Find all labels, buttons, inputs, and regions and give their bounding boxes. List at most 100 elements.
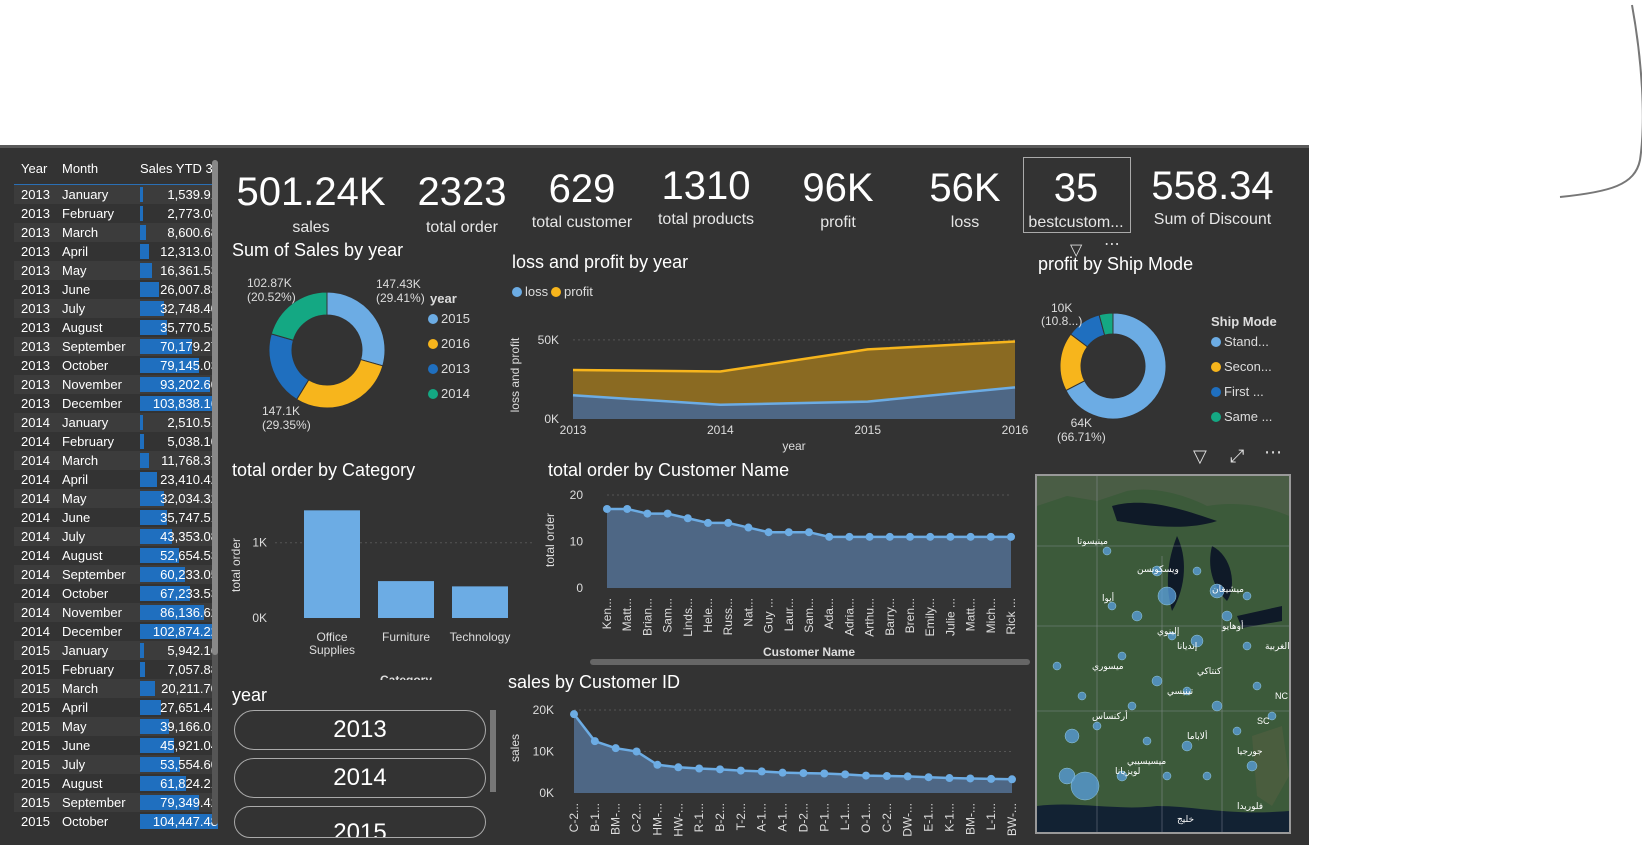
table-row[interactable]: 2013 January 1,539.91 [14, 185, 218, 204]
sales-point[interactable] [966, 774, 975, 783]
col-header-month[interactable]: Month [62, 161, 98, 176]
customer-point[interactable] [986, 532, 995, 541]
table-row[interactable]: 2015 January 5,942.16 [14, 641, 218, 660]
sales-point[interactable] [1008, 775, 1016, 784]
table-row[interactable]: 2015 July 53,554.60 [14, 755, 218, 774]
map-bubble[interactable] [1052, 661, 1062, 671]
sales-point[interactable] [778, 768, 787, 777]
customer-point[interactable] [926, 532, 935, 541]
customer-point[interactable] [946, 532, 955, 541]
sales-point[interactable] [987, 774, 996, 783]
table-scrollbar-thumb[interactable] [212, 160, 218, 655]
map-bubble[interactable] [1181, 740, 1193, 752]
map-bubble[interactable] [1077, 691, 1087, 701]
table-row[interactable]: 2014 May 32,034.32 [14, 489, 218, 508]
ship-mode-legend-item[interactable]: Same ... [1211, 409, 1272, 424]
map-bubble[interactable] [1064, 728, 1080, 744]
table-row[interactable]: 2014 December 102,874.22 [14, 622, 218, 641]
table-row[interactable]: 2015 March 20,211.70 [14, 679, 218, 698]
table-row[interactable]: 2014 November 86,136.62 [14, 603, 218, 622]
table-row[interactable]: 2013 December 103,838.16 [14, 394, 218, 413]
table-row[interactable]: 2013 May 16,361.53 [14, 261, 218, 280]
sales-point[interactable] [611, 744, 620, 753]
customer-point[interactable] [724, 518, 733, 527]
customer-point[interactable] [683, 514, 692, 523]
sales-point[interactable] [653, 760, 662, 769]
table-row[interactable]: 2013 November 93,202.60 [14, 375, 218, 394]
table-row[interactable]: 2013 February 2,773.08 [14, 204, 218, 223]
table-row[interactable]: 2014 February 5,038.10 [14, 432, 218, 451]
customer-point[interactable] [643, 509, 652, 518]
sales-point[interactable] [924, 773, 933, 782]
table-row[interactable]: 2014 June 35,747.51 [14, 508, 218, 527]
category-bar[interactable] [304, 510, 360, 618]
map-bubble[interactable] [1131, 610, 1143, 622]
customer-point[interactable] [906, 532, 914, 541]
sales-point[interactable] [862, 771, 870, 780]
sales-by-year-legend-item[interactable]: 2014 [428, 386, 470, 401]
sales-point[interactable] [590, 737, 599, 746]
customer-point[interactable] [784, 528, 793, 537]
map-focus-mode-icon[interactable]: ⤢ [1230, 446, 1244, 467]
loss-profit-area-chart[interactable]: 0K 50K 2013 2014 2015 2016 year loss and profit [505, 315, 1035, 455]
sales-point[interactable] [945, 774, 954, 783]
customer-point[interactable] [744, 523, 753, 532]
map-visual[interactable]: مينيسوتا ويسكونسن ميشيغان أيوا إلينوي أوهايو إ… [1035, 474, 1291, 834]
table-row[interactable]: 2014 July 43,353.08 [14, 527, 218, 546]
table-row[interactable]: 2014 January 2,510.51 [14, 413, 218, 432]
table-row[interactable]: 2015 May 39,166.01 [14, 717, 218, 736]
ship-mode-donut[interactable] [1060, 310, 1190, 430]
table-row[interactable]: 2015 February 7,057.88 [14, 660, 218, 679]
sales-point[interactable] [632, 747, 641, 756]
table-row[interactable]: 2014 October 67,233.53 [14, 584, 218, 603]
table-row[interactable]: 2013 June 26,007.83 [14, 280, 218, 299]
table-row[interactable]: 2013 August 35,770.58 [14, 318, 218, 337]
sales-point[interactable] [757, 767, 766, 776]
donut-slice[interactable] [268, 333, 310, 401]
sales-by-year-legend-item[interactable]: 2015 [428, 311, 470, 326]
year-slicer-2014[interactable]: 2014 [234, 758, 486, 798]
table-row[interactable]: 2014 March 11,768.37 [14, 451, 218, 470]
order-by-category-bar-chart[interactable]: 0K 1K OfficeSupplies Furniture Technology Cat… [225, 490, 545, 680]
order-by-customer-area-chart[interactable]: 0 10 20 Ken... Matt... Brian... Sam... Linds...… [540, 485, 1030, 665]
more-options-icon[interactable]: ⋯ [1104, 234, 1120, 254]
customer-point[interactable] [865, 532, 874, 541]
ship-mode-legend-item[interactable]: Secon... [1211, 359, 1272, 374]
sales-by-customer-id-area-chart[interactable]: 0K 10K 20K C-2... B-1... BM-... C-2... HM-... HW… [505, 698, 1025, 838]
customer-point[interactable] [603, 504, 611, 513]
customer-point[interactable] [623, 504, 632, 513]
ship-mode-legend-item[interactable]: First ... [1211, 384, 1264, 399]
map-bubble[interactable] [1192, 566, 1202, 576]
sales-point[interactable] [716, 765, 724, 774]
donut-slice[interactable] [295, 358, 384, 409]
year-slicer-scrollbar[interactable] [490, 710, 496, 792]
map-bubble[interactable] [1246, 760, 1258, 772]
map-filter-icon[interactable]: ▽ [1193, 446, 1207, 467]
sales-point[interactable] [903, 772, 912, 781]
customer-point[interactable] [845, 532, 854, 541]
table-row[interactable]: 2014 September 60,233.05 [14, 565, 218, 584]
map-bubble[interactable] [1070, 771, 1100, 801]
sales-point[interactable] [841, 770, 850, 779]
table-row[interactable]: 2013 October 79,145.03 [14, 356, 218, 375]
table-row[interactable]: 2015 August 61,824.21 [14, 774, 218, 793]
customer-point[interactable] [764, 528, 773, 537]
sales-point[interactable] [674, 763, 683, 772]
table-row[interactable]: 2015 October 104,447.48 [14, 812, 218, 831]
map-bubble[interactable] [1092, 721, 1102, 731]
table-row[interactable]: 2013 March 8,600.68 [14, 223, 218, 242]
customer-chart-scrollbar[interactable] [590, 659, 1030, 665]
sales-point[interactable] [882, 771, 891, 780]
map-bubble[interactable] [1232, 726, 1242, 736]
map-bubble[interactable] [1117, 651, 1127, 661]
year-slicer-2013[interactable]: 2013 [234, 710, 486, 750]
sales-by-year-legend-item[interactable]: 2013 [428, 361, 470, 376]
map-bubble[interactable] [1211, 700, 1223, 712]
table-row[interactable]: 2015 September 79,349.42 [14, 793, 218, 812]
map-bubble[interactable] [1242, 591, 1252, 601]
customer-point[interactable] [704, 518, 712, 527]
table-row[interactable]: 2013 September 70,179.27 [14, 337, 218, 356]
table-row[interactable]: 2014 August 52,654.53 [14, 546, 218, 565]
map-bubble[interactable] [1102, 546, 1112, 556]
sales-point[interactable] [695, 764, 704, 773]
